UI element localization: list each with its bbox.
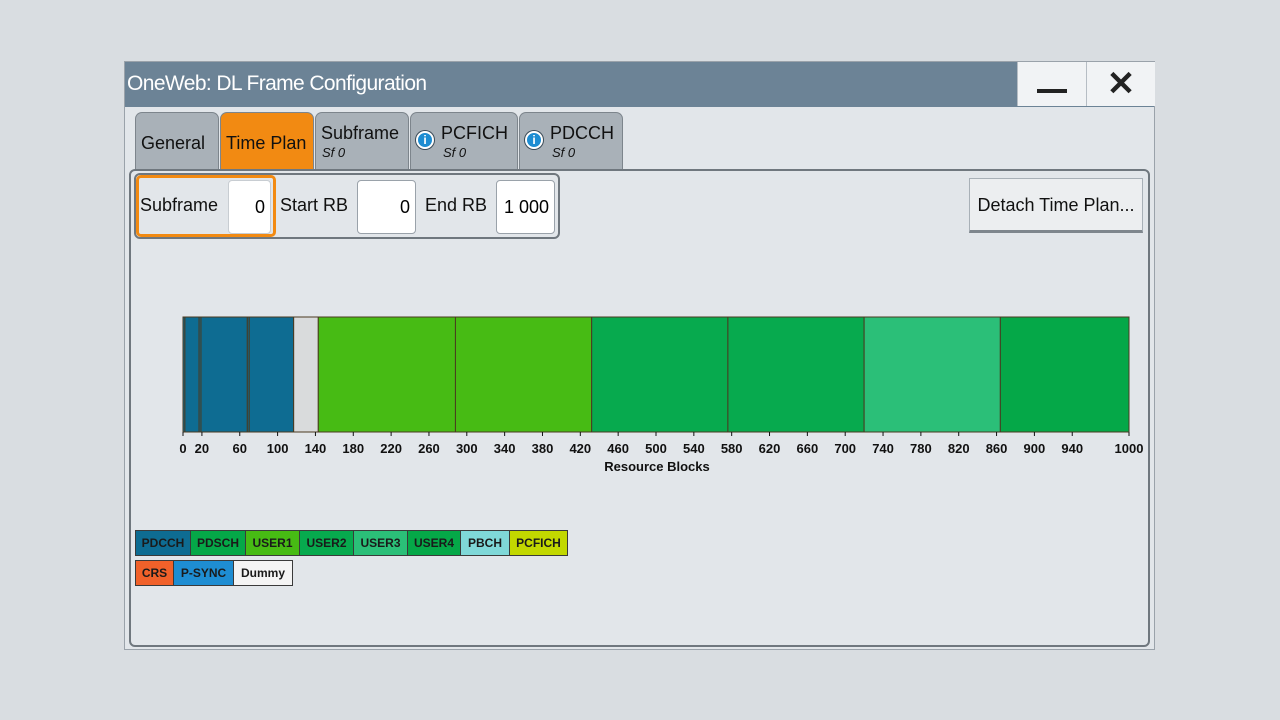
segment-user1 bbox=[454, 316, 593, 433]
x-tick-label: 380 bbox=[532, 441, 554, 456]
x-tick-label: 540 bbox=[683, 441, 705, 456]
legend-pdsch: PDSCH bbox=[190, 530, 246, 556]
x-tick-label: 940 bbox=[1061, 441, 1083, 456]
x-tick-label: 0 bbox=[179, 441, 186, 456]
x-tick-label: 460 bbox=[607, 441, 629, 456]
legend-crs: CRS bbox=[135, 560, 174, 586]
x-tick-label: 60 bbox=[233, 441, 247, 456]
x-tick-label: 820 bbox=[948, 441, 970, 456]
x-axis-label: Resource Blocks bbox=[604, 459, 710, 474]
legend-p-sync: P-SYNC bbox=[173, 560, 234, 586]
x-tick-label: 220 bbox=[380, 441, 402, 456]
legend-dummy: Dummy bbox=[233, 560, 293, 586]
segment-user2 bbox=[727, 316, 865, 433]
x-tick-label: 660 bbox=[797, 441, 819, 456]
x-tick-label: 20 bbox=[195, 441, 209, 456]
x-tick-label: 140 bbox=[305, 441, 327, 456]
x-tick-label: 180 bbox=[342, 441, 364, 456]
x-tick-label: 260 bbox=[418, 441, 440, 456]
x-tick-label: 1000 bbox=[1115, 441, 1144, 456]
segment-user1 bbox=[317, 316, 456, 433]
legend-user3: USER3 bbox=[353, 530, 408, 556]
x-tick-label: 340 bbox=[494, 441, 516, 456]
legend-pcfich: PCFICH bbox=[509, 530, 568, 556]
segment-user3 bbox=[863, 316, 1001, 433]
x-tick-label: 780 bbox=[910, 441, 932, 456]
segment-user2 bbox=[591, 316, 729, 433]
x-tick-label: 620 bbox=[759, 441, 781, 456]
x-tick-label: 740 bbox=[872, 441, 894, 456]
x-tick-label: 900 bbox=[1024, 441, 1046, 456]
legend-pdcch: PDCCH bbox=[135, 530, 191, 556]
legend-user4: USER4 bbox=[407, 530, 461, 556]
segment-pdcch bbox=[248, 316, 295, 433]
segment-pdcch bbox=[200, 316, 248, 433]
segment-pdcch bbox=[184, 316, 200, 433]
x-tick-label: 300 bbox=[456, 441, 478, 456]
legend-pbch: PBCH bbox=[460, 530, 510, 556]
x-tick-label: 580 bbox=[721, 441, 743, 456]
legend-user2: USER2 bbox=[299, 530, 354, 556]
x-tick-label: 700 bbox=[834, 441, 856, 456]
segment-user4 bbox=[999, 316, 1130, 433]
dl-frame-configuration-window: OneWeb: DL Frame Configuration ✕ General… bbox=[124, 61, 1155, 650]
x-tick-label: 100 bbox=[267, 441, 289, 456]
legend-user1: USER1 bbox=[245, 530, 300, 556]
x-tick-label: 500 bbox=[645, 441, 667, 456]
x-tick-label: 860 bbox=[986, 441, 1008, 456]
x-tick-label: 420 bbox=[569, 441, 591, 456]
segment-dummy bbox=[293, 316, 319, 433]
